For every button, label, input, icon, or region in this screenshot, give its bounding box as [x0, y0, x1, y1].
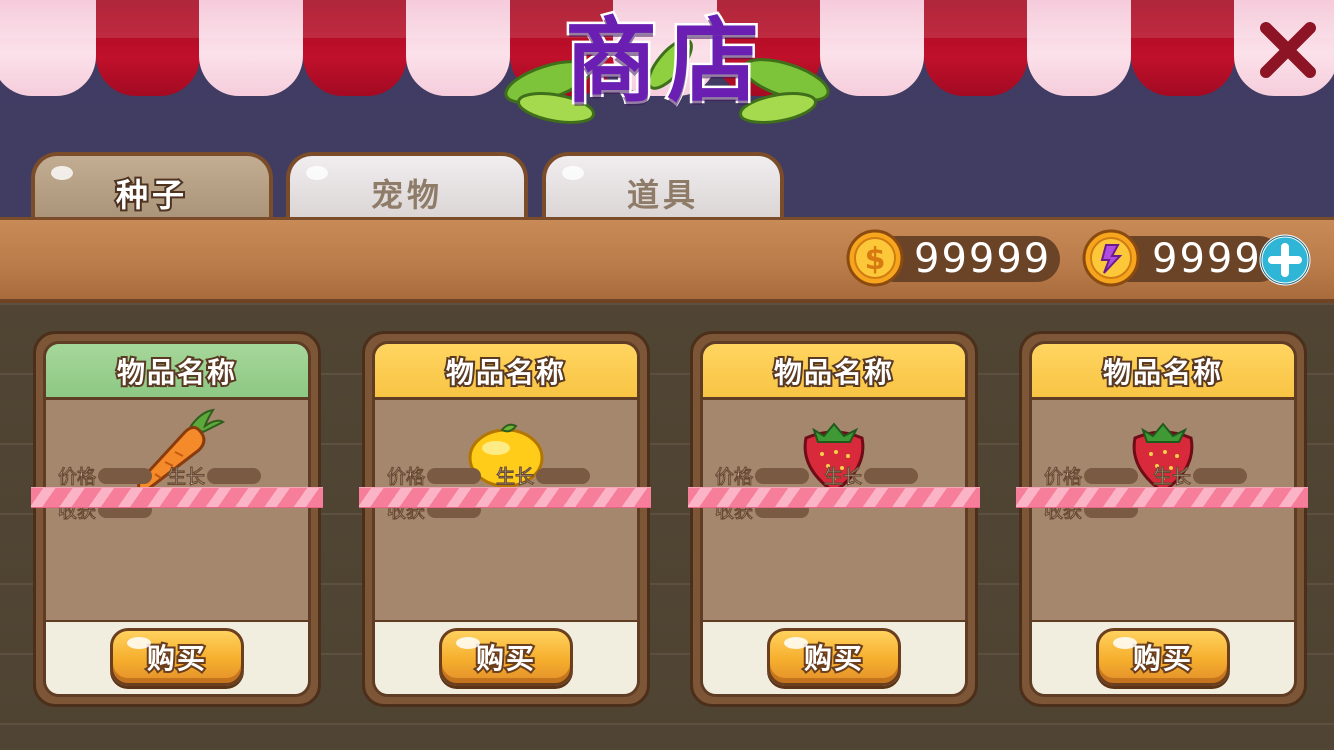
item-name: 物品名称	[772, 354, 894, 391]
card-divider-stripe	[688, 487, 980, 508]
price-value	[98, 467, 153, 484]
growth-stat: 生长	[167, 462, 262, 489]
buy-button[interactable]: 购买	[1096, 628, 1230, 686]
close-icon	[1260, 22, 1316, 78]
close-button[interactable]	[1252, 14, 1324, 86]
buy-button[interactable]: 购买	[439, 628, 573, 686]
shop-item-card: 物品名称 价格 生长 收获 购买	[33, 331, 321, 707]
item-header: 物品名称	[703, 344, 965, 400]
price-stat: 价格	[387, 462, 482, 489]
growth-stat: 生长	[1153, 462, 1248, 489]
growth-value	[1193, 467, 1248, 484]
shop-item-card: 物品名称 价格 生长 收获 购买	[362, 331, 650, 707]
energy-gem-icon	[1082, 229, 1140, 287]
shop-item-card: 物品名称 价格 生长 收获 购买	[690, 331, 978, 707]
card-footer: 购买	[1032, 620, 1294, 694]
item-header: 物品名称	[375, 344, 637, 400]
gem-amount: 9999	[1152, 236, 1262, 282]
buy-button[interactable]: 购买	[110, 628, 244, 686]
item-header: 物品名称	[1032, 344, 1294, 400]
add-gems-button[interactable]	[1259, 234, 1311, 286]
tab-label: 宠物	[370, 176, 443, 214]
price-value	[1084, 467, 1139, 484]
growth-stat: 生长	[496, 462, 591, 489]
card-footer: 购买	[46, 620, 308, 694]
price-stat: 价格	[715, 462, 810, 489]
growth-stat: 生长	[824, 462, 919, 489]
tab-label: 种子	[114, 174, 188, 216]
tab-label: 道具	[626, 176, 699, 214]
buy-button[interactable]: 购买	[767, 628, 901, 686]
card-divider-stripe	[359, 487, 651, 508]
item-name: 物品名称	[115, 354, 237, 391]
price-value	[427, 467, 482, 484]
plus-icon	[1259, 234, 1311, 286]
shop-item-card: 物品名称 价格 生长 收获 购买	[1019, 331, 1307, 707]
item-name: 物品名称	[1101, 354, 1223, 391]
page-title: 商店	[562, 6, 769, 118]
growth-value	[864, 467, 919, 484]
svg-text:$: $	[865, 242, 886, 277]
shop-title-banner: 商店	[500, 0, 834, 135]
growth-value	[207, 467, 262, 484]
price-value	[755, 467, 810, 484]
card-footer: 购买	[375, 620, 637, 694]
item-header: 物品名称	[46, 344, 308, 400]
card-divider-stripe	[31, 487, 323, 508]
price-stat: 价格	[1044, 462, 1139, 489]
growth-value	[536, 467, 591, 484]
gold-coin-icon: $	[846, 229, 904, 287]
card-footer: 购买	[703, 620, 965, 694]
price-stat: 价格	[58, 462, 153, 489]
card-divider-stripe	[1016, 487, 1308, 508]
item-name: 物品名称	[444, 354, 566, 391]
coin-amount: 99999	[914, 236, 1052, 282]
